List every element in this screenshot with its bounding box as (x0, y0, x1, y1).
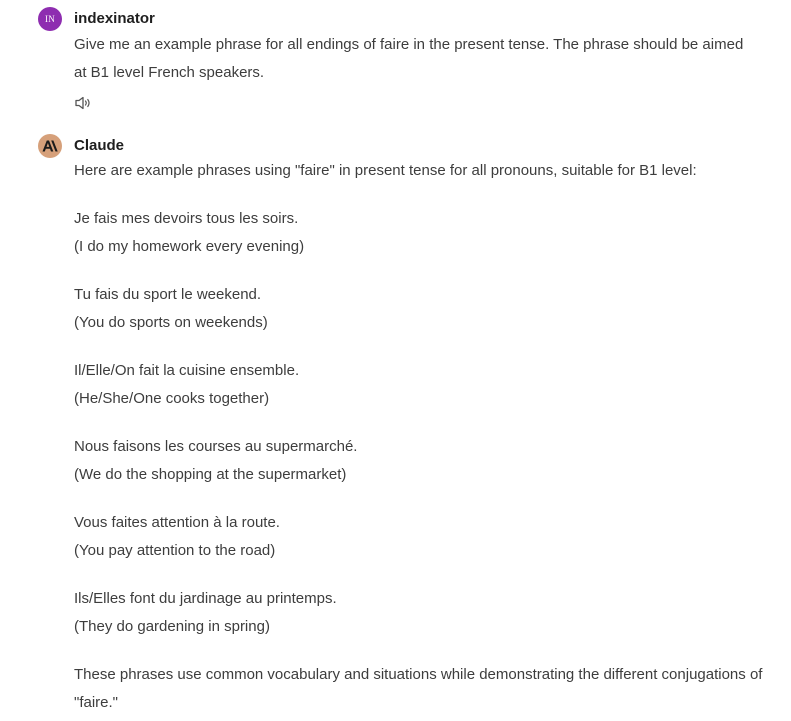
user-author-name: indexinator (74, 10, 155, 27)
user-message-text: Give me an example phrase for all ending… (74, 31, 754, 87)
speaker-icon[interactable] (74, 95, 94, 111)
claude-avatar (38, 134, 62, 158)
example-vous: Vous faites attention à la route. (You p… (74, 514, 280, 559)
user-avatar-initials: IN (44, 14, 56, 24)
assistant-message-text: Here are example phrases using "faire" i… (74, 157, 764, 717)
user-message-paragraph: Give me an example phrase for all ending… (74, 36, 744, 81)
assistant-author-name: Claude (74, 137, 125, 154)
response-intro: Here are example phrases using "faire" i… (74, 162, 697, 179)
claude-logo-icon (42, 140, 58, 152)
example-nous: Nous faisons les courses au supermarché.… (74, 438, 358, 483)
example-je: Je fais mes devoirs tous les soirs. (I d… (74, 210, 305, 255)
example-tu: Tu fais du sport le weekend. (You do spo… (74, 286, 268, 331)
response-conclusion: These phrases use common vocabulary and … (74, 666, 763, 711)
user-avatar: IN (38, 7, 62, 31)
example-il-elle-on: Il/Elle/On fait la cuisine ensemble. (He… (74, 362, 300, 407)
example-ils-elles: Ils/Elles font du jardinage au printemps… (74, 590, 337, 635)
